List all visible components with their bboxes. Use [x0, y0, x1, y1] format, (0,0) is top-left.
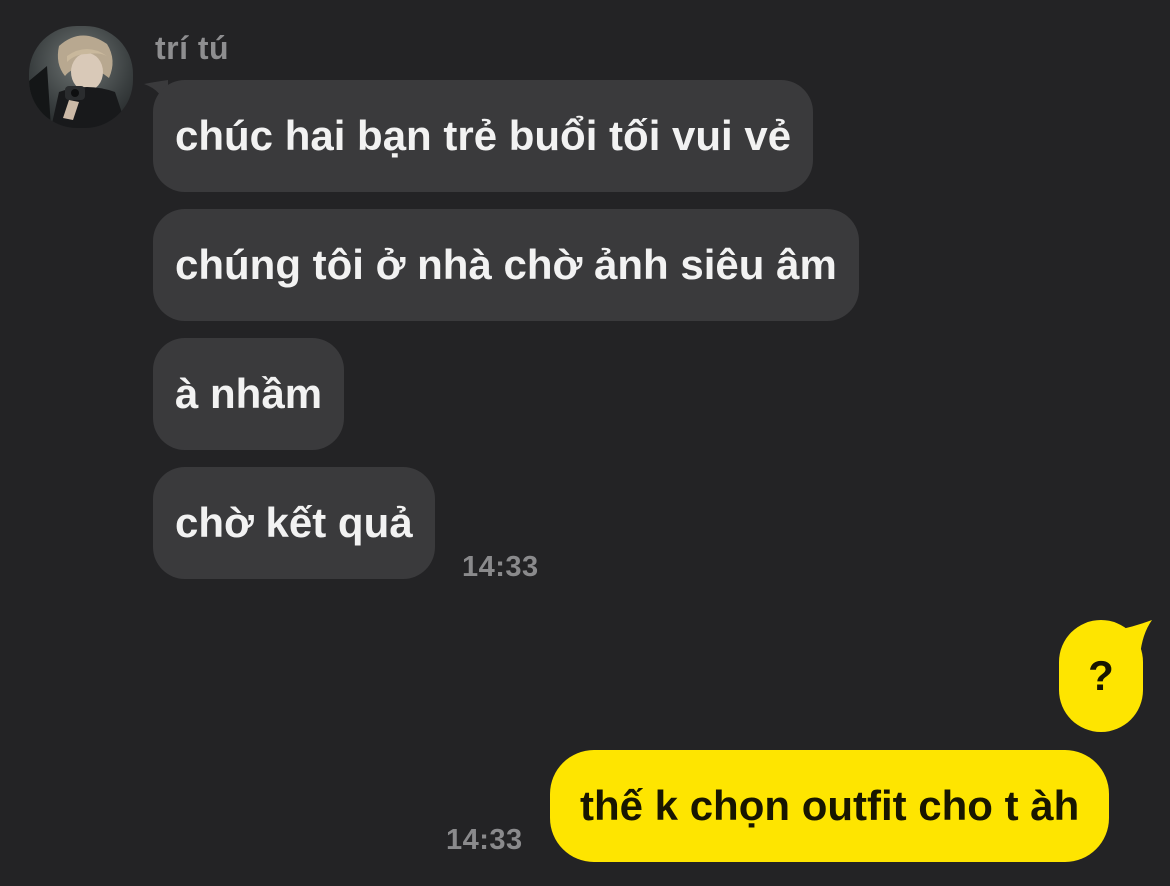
outgoing-message-bubble[interactable]: thế k chọn outfit cho t àh [550, 750, 1110, 862]
incoming-message-bubble[interactable]: chúc hai bạn trẻ buổi tối vui vẻ [153, 80, 814, 192]
incoming-message-bubble[interactable]: chờ kết quả [153, 467, 435, 579]
incoming-message-bubble[interactable]: à nhầm [153, 338, 345, 450]
incoming-message-bubble[interactable]: chúng tôi ở nhà chờ ảnh siêu âm [153, 209, 859, 321]
outgoing-message-bubble[interactable]: ? [1059, 620, 1143, 732]
avatar-photo [29, 26, 133, 128]
message-text: chúc hai bạn trẻ buổi tối vui vẻ [175, 112, 792, 159]
message-text: à nhầm [175, 370, 323, 417]
message-text: thế k chọn outfit cho t àh [580, 782, 1080, 829]
outgoing-timestamp: 14:33 [446, 824, 523, 856]
incoming-timestamp: 14:33 [462, 551, 539, 583]
message-text: chờ kết quả [175, 499, 413, 546]
message-text: ? [1088, 652, 1114, 699]
sender-name: trí tú [155, 30, 230, 66]
message-text: chúng tôi ở nhà chờ ảnh siêu âm [175, 241, 837, 288]
sender-avatar[interactable] [29, 26, 133, 128]
